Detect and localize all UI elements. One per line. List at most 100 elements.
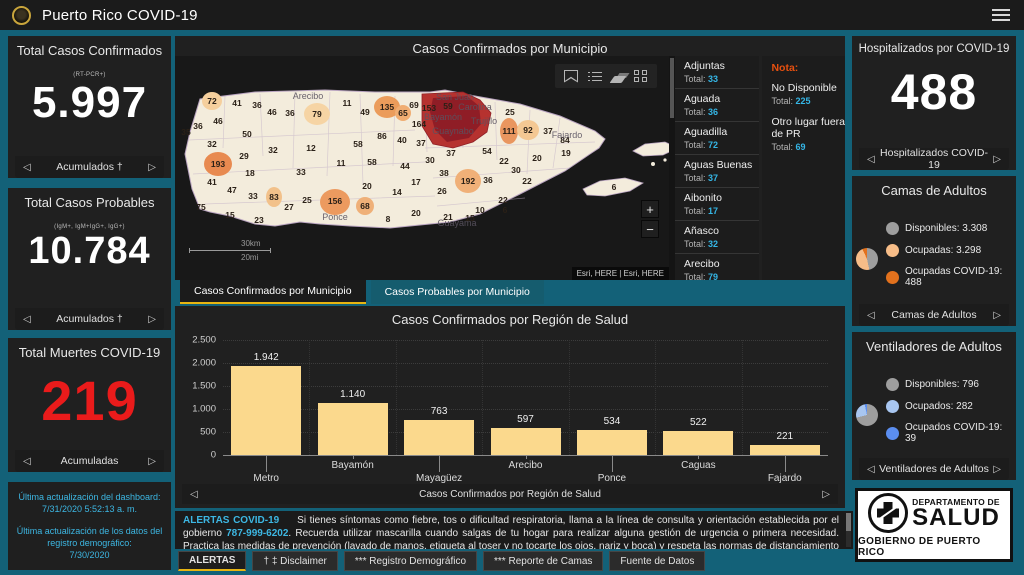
- bar-value-label: 534: [603, 416, 621, 427]
- next-arrow[interactable]: ▷: [822, 489, 830, 500]
- alert-text: ALERTAS COVID-19 Si tienes síntomas como…: [183, 515, 839, 549]
- map-municipality-value: 36: [483, 175, 493, 185]
- chart-footer-label: Casos Confirmados por Región de Salud: [419, 488, 601, 500]
- prev-arrow[interactable]: ◁: [23, 162, 31, 173]
- bottom-tab-2[interactable]: *** Registro Demográfico: [343, 551, 478, 571]
- bottom-tab-1[interactable]: † ‡ Disclaimer: [252, 551, 338, 571]
- app-header: Puerto Rico COVID-19: [0, 0, 1024, 30]
- legend-dot: [886, 222, 899, 235]
- next-arrow[interactable]: ▷: [148, 314, 156, 325]
- panel-hospitalizados: Hospitalizados por COVID-19 488 ◁ Hospit…: [852, 36, 1016, 171]
- panel-footer: ◁ Acumulados † ▷: [15, 156, 164, 178]
- legend-list-icon[interactable]: [588, 69, 602, 83]
- next-arrow[interactable]: ▷: [148, 456, 156, 467]
- map-municipality-value: 30: [425, 155, 435, 165]
- municipality-list-scrollbar[interactable]: [669, 56, 675, 280]
- bar-Arecibo[interactable]: [490, 428, 561, 455]
- next-arrow[interactable]: ▷: [148, 162, 156, 173]
- alert-phone[interactable]: 787-999-6202: [226, 528, 288, 539]
- panel-title: Total Muertes COVID-19: [18, 345, 161, 360]
- bar-Fajardo[interactable]: [749, 445, 820, 455]
- map-municipality-value: 75: [196, 202, 206, 212]
- legend-dot: [886, 400, 899, 413]
- municipality-list-item[interactable]: Añasco Total: 32: [674, 221, 760, 254]
- prev-arrow[interactable]: ◁: [190, 489, 198, 500]
- panel-title: Ventiladores de Adultos: [866, 339, 1002, 354]
- municipality-list-item[interactable]: Aibonito Total: 17: [674, 188, 760, 221]
- map-municipality-value: 40: [397, 135, 407, 145]
- map-municipality-value: 25: [505, 107, 515, 117]
- nota-panel: Nota: No Disponible Total: 225 Otro lugar …: [762, 56, 845, 280]
- layers-icon[interactable]: [609, 75, 627, 83]
- nota-item: No Disponible Total: 225: [771, 82, 837, 106]
- prev-arrow[interactable]: ◁: [23, 456, 31, 467]
- footer-label: Acumuladas: [60, 455, 119, 467]
- map-municipality-value: 36: [193, 121, 203, 131]
- bar-Ponce[interactable]: [576, 430, 647, 455]
- map-title: Casos Confirmados por Municipio: [412, 41, 608, 56]
- map-municipality-value: 41: [232, 98, 242, 108]
- map-municipality-value: 15: [225, 210, 235, 220]
- map-canvas[interactable]: + − 30km 20mi Esri, HERE | Esri, HERE 72…: [175, 56, 669, 280]
- next-arrow[interactable]: ▷: [993, 154, 1001, 165]
- municipality-list-item[interactable]: Arecibo Total: 79: [675, 254, 759, 280]
- map-municipality-value: 6: [502, 205, 508, 215]
- municipality-list-item[interactable]: Aguada Total: 36: [674, 89, 760, 122]
- zoom-in-button[interactable]: +: [641, 200, 659, 218]
- chart-title: Casos Confirmados por Región de Salud: [391, 312, 629, 327]
- alert-scrollbar[interactable]: [846, 513, 851, 547]
- panel-title: Total Casos Probables: [24, 195, 155, 210]
- panel-title: Camas de Adultos: [881, 183, 987, 198]
- panel-footer: ◁ Ventiladores de Adultos ▷: [859, 458, 1009, 480]
- x-axis-label: Caguas: [681, 460, 716, 471]
- bar-Metro[interactable]: [231, 366, 302, 455]
- map-municipality-value: 18: [245, 168, 255, 178]
- map-municipality-value: 68: [360, 201, 370, 211]
- footer-label: Hospitalizados COVID-19: [880, 147, 988, 171]
- bookmark-icon[interactable]: [564, 69, 578, 83]
- municipality-list-item[interactable]: Aguadilla Total: 72: [674, 122, 760, 155]
- bar-Bayamón[interactable]: [317, 403, 388, 455]
- map-municipality-value: 46: [213, 116, 223, 126]
- map-tab-0[interactable]: Casos Confirmados por Municipio: [180, 280, 366, 304]
- panel-total-muertes: Total Muertes COVID-19 219 ◁ Acumuladas …: [8, 338, 171, 472]
- hamburger-menu-icon[interactable]: [992, 9, 1010, 21]
- nota-title: Nota:: [771, 62, 799, 74]
- legend-dot: [886, 426, 899, 440]
- legend-row: Ocupadas: 3.298: [886, 244, 1016, 257]
- kpi-value: 5.997: [31, 78, 148, 127]
- map-place-label: Guaynabo: [432, 126, 474, 136]
- bottom-tab-4[interactable]: Fuente de Datos: [609, 551, 706, 571]
- bottom-tab-bar: ALERTAS † ‡ Disclaimer *** Registro Demogr…: [178, 551, 706, 571]
- map-municipality-value: 25: [302, 195, 312, 205]
- zoom-out-button[interactable]: −: [641, 220, 659, 238]
- y-axis-tick: 500: [200, 426, 216, 438]
- bar-value-label: 221: [776, 431, 794, 442]
- municipality-list-item[interactable]: Adjuntas Total: 33: [674, 56, 760, 89]
- legend-row: Disponibles: 796: [886, 378, 1016, 391]
- next-arrow[interactable]: ▷: [993, 464, 1001, 475]
- prev-arrow[interactable]: ◁: [867, 464, 875, 475]
- map-tab-1[interactable]: Casos Probables por Municipio: [370, 280, 544, 304]
- map-municipality-value: 72: [207, 96, 217, 106]
- bar-value-label: 763: [430, 406, 448, 417]
- map-municipality-value: 86: [377, 131, 387, 141]
- prev-arrow[interactable]: ◁: [867, 310, 875, 321]
- alert-title: ALERTAS COVID-19: [183, 515, 280, 526]
- prev-arrow[interactable]: ◁: [867, 154, 875, 165]
- y-axis-tick: 0: [210, 449, 216, 461]
- bar-Mayagüez[interactable]: [404, 420, 475, 455]
- map-municipality-value: 37: [446, 148, 456, 158]
- map-municipality-value: 20: [532, 153, 542, 163]
- municipality-list-item[interactable]: Aguas Buenas Total: 37: [674, 155, 760, 188]
- bottom-tab-0[interactable]: ALERTAS: [178, 551, 247, 571]
- prev-arrow[interactable]: ◁: [23, 314, 31, 325]
- bottom-tab-3[interactable]: *** Reporte de Camas: [483, 551, 604, 571]
- next-arrow[interactable]: ▷: [993, 310, 1001, 321]
- basemap-grid-icon[interactable]: [634, 69, 648, 83]
- map-municipality-value: 41: [207, 177, 217, 187]
- map-municipality-value: 29: [239, 151, 249, 161]
- map-municipality-value: 69: [409, 100, 419, 110]
- map-municipality-value: 83: [269, 192, 279, 202]
- bar-Caguas[interactable]: [663, 431, 734, 455]
